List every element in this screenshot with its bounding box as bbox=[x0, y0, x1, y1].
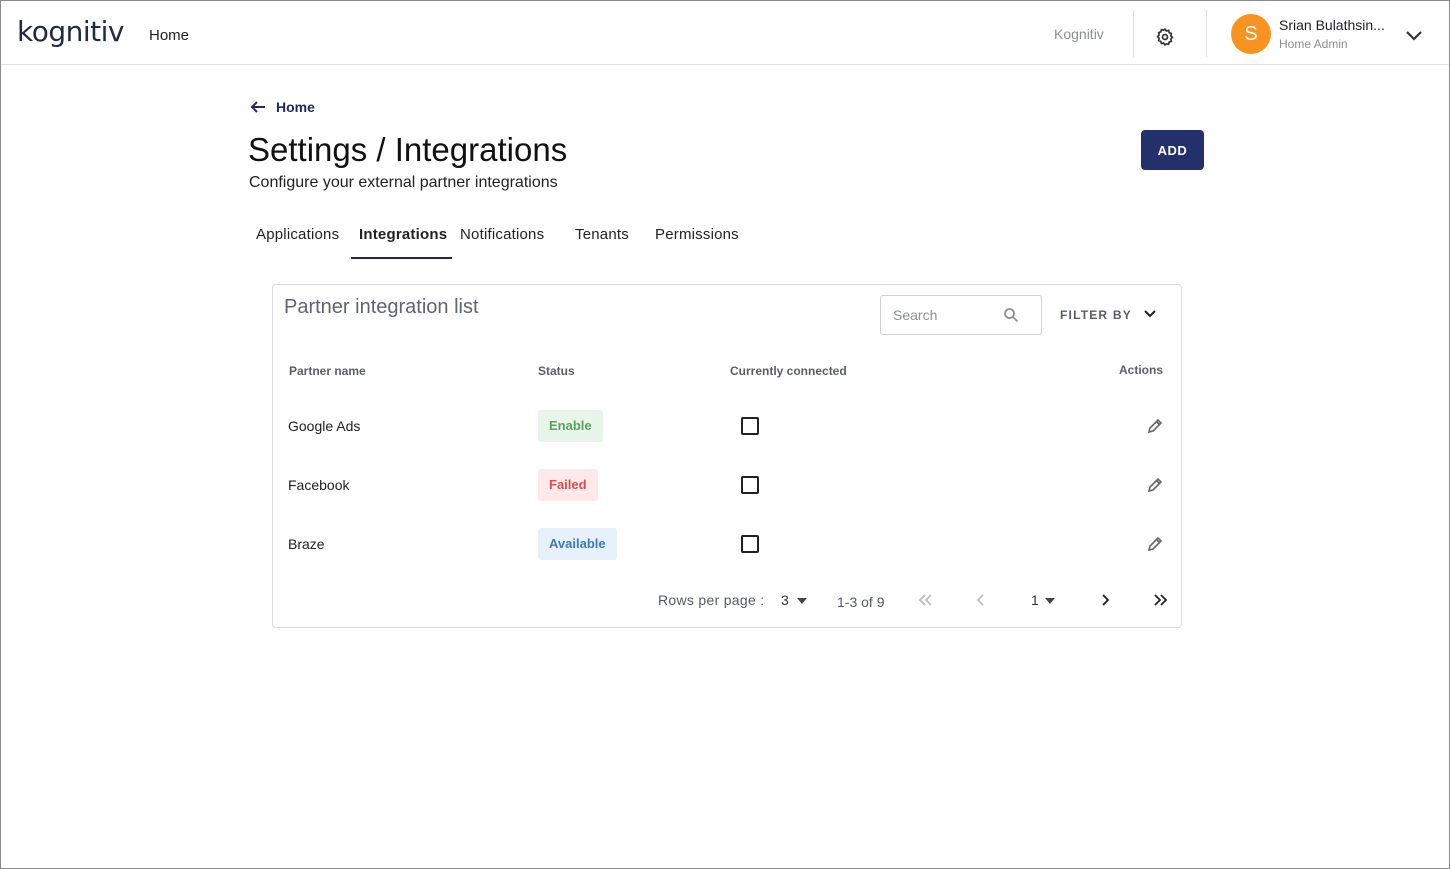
chevron-down-icon[interactable] bbox=[1143, 309, 1157, 319]
connected-checkbox[interactable] bbox=[741, 476, 759, 494]
previous-page-icon[interactable] bbox=[972, 591, 990, 609]
search-input[interactable] bbox=[893, 305, 1003, 325]
status-badge: Enable bbox=[538, 410, 603, 442]
brand-link[interactable]: Kognitiv bbox=[1054, 26, 1104, 42]
user-name: Srian Bulathsin... bbox=[1279, 17, 1385, 33]
status-badge: Available bbox=[538, 528, 617, 560]
last-page-icon[interactable] bbox=[1152, 591, 1170, 609]
column-header-status: Status bbox=[538, 364, 575, 378]
caret-down-icon[interactable] bbox=[1045, 598, 1055, 604]
tab-applications[interactable]: Applications bbox=[256, 226, 339, 243]
add-button[interactable]: ADD bbox=[1141, 130, 1204, 170]
caret-down-icon[interactable] bbox=[797, 598, 807, 604]
gear-icon[interactable] bbox=[1155, 27, 1175, 47]
column-header-connected: Currently connected bbox=[730, 364, 847, 378]
column-header-actions: Actions bbox=[1119, 363, 1164, 377]
app-window: kognitiv Home Kognitiv S Srian Bulathsin… bbox=[0, 0, 1450, 869]
partner-integration-card: Partner integration list FILTER BY Partn… bbox=[272, 284, 1182, 628]
nav-home-link[interactable]: Home bbox=[149, 27, 189, 44]
tab-tenants[interactable]: Tenants bbox=[575, 226, 629, 243]
partner-name: Braze bbox=[288, 536, 325, 552]
connected-checkbox[interactable] bbox=[741, 535, 759, 553]
column-header-partner: Partner name bbox=[289, 364, 366, 378]
edit-icon[interactable] bbox=[1146, 417, 1164, 435]
chevron-down-icon[interactable] bbox=[1404, 29, 1424, 43]
partner-name: Facebook bbox=[288, 477, 350, 493]
next-page-icon[interactable] bbox=[1096, 591, 1114, 609]
tab-integrations[interactable]: Integrations bbox=[359, 226, 447, 243]
edit-icon[interactable] bbox=[1146, 535, 1164, 553]
page-title: Settings / Integrations bbox=[248, 131, 568, 168]
search-box[interactable] bbox=[880, 295, 1042, 335]
tab-permissions[interactable]: Permissions bbox=[655, 226, 739, 243]
edit-icon[interactable] bbox=[1146, 476, 1164, 494]
page-select[interactable]: 1 bbox=[1031, 592, 1039, 608]
user-role: Home Admin bbox=[1279, 37, 1348, 51]
active-tab-indicator bbox=[351, 257, 452, 259]
rows-per-page-label: Rows per page : bbox=[658, 592, 765, 608]
header-divider bbox=[1206, 10, 1207, 57]
pagination-range: 1-3 of 9 bbox=[837, 594, 885, 610]
kognitiv-logo[interactable]: kognitiv bbox=[17, 15, 124, 48]
filter-by-button[interactable]: FILTER BY bbox=[1060, 308, 1132, 322]
search-icon[interactable] bbox=[1003, 307, 1019, 323]
top-bar: kognitiv Home Kognitiv S Srian Bulathsin… bbox=[1, 1, 1449, 65]
tab-notifications[interactable]: Notifications bbox=[460, 226, 544, 243]
rows-per-page-select[interactable]: 3 bbox=[781, 592, 789, 608]
avatar[interactable]: S bbox=[1231, 14, 1271, 54]
connected-checkbox[interactable] bbox=[741, 417, 759, 435]
status-badge: Failed bbox=[538, 469, 598, 501]
partner-name: Google Ads bbox=[288, 418, 361, 434]
arrow-left-icon[interactable] bbox=[249, 98, 267, 116]
first-page-icon[interactable] bbox=[916, 591, 934, 609]
page-subtitle: Configure your external partner integrat… bbox=[249, 174, 558, 191]
back-home-link[interactable]: Home bbox=[276, 99, 315, 115]
header-divider bbox=[1133, 10, 1134, 57]
card-title: Partner integration list bbox=[284, 296, 479, 318]
